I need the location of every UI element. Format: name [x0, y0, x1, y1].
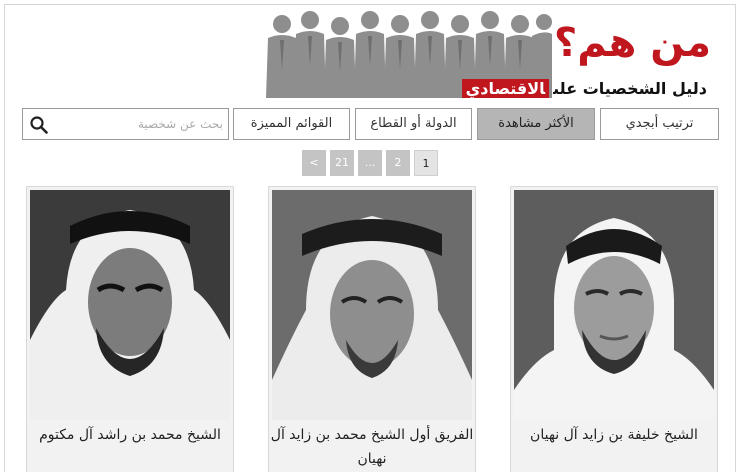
tagline-text: دليل الشخصيات على — [553, 79, 707, 98]
pagination-current: 1 — [414, 150, 438, 176]
person-card[interactable]: الفريق أول الشيخ محمد بن زايد آل نهيان — [268, 186, 476, 472]
site-logo-title[interactable]: من هم؟ — [554, 18, 712, 68]
search-icon[interactable] — [29, 115, 49, 135]
search-input[interactable] — [55, 113, 223, 135]
pagination-next[interactable]: < — [302, 150, 326, 176]
person-card[interactable]: الشيخ محمد بن راشد آل مكتوم — [26, 186, 234, 472]
tab-most-viewed[interactable]: الأكثر مشاهدة — [477, 108, 595, 140]
pagination-page-2[interactable]: 2 — [386, 150, 410, 176]
pagination-ellipsis: ... — [358, 150, 382, 176]
person-name[interactable]: الفريق أول الشيخ محمد بن زايد آل نهيان — [269, 423, 475, 471]
person-name[interactable]: الشيخ خليفة بن زايد آل نهيان — [511, 423, 717, 447]
tab-alphabetical[interactable]: ترتيب أبجدي — [600, 108, 719, 140]
person-portrait[interactable] — [272, 190, 472, 420]
site-tagline: دليل الشخصيات علىالاقتصادي — [461, 78, 707, 100]
person-portrait[interactable] — [514, 190, 714, 420]
tab-country-sector[interactable]: الدولة أو القطاع — [355, 108, 472, 140]
site-header: من هم؟ دليل الشخصيات علىالاقتصادي — [262, 10, 717, 100]
person-card[interactable]: الشيخ خليفة بن زايد آل نهيان — [510, 186, 718, 472]
main-nav: ترتيب أبجدي الأكثر مشاهدة الدولة أو القط… — [22, 108, 719, 140]
tagline-highlight: الاقتصادي — [461, 79, 550, 98]
pagination-last[interactable]: 21 — [330, 150, 354, 176]
person-name[interactable]: الشيخ محمد بن راشد آل مكتوم — [27, 423, 233, 447]
tab-featured-lists[interactable]: القوائم المميزة — [233, 108, 350, 140]
search-box — [22, 108, 229, 140]
person-portrait[interactable] — [30, 190, 230, 420]
